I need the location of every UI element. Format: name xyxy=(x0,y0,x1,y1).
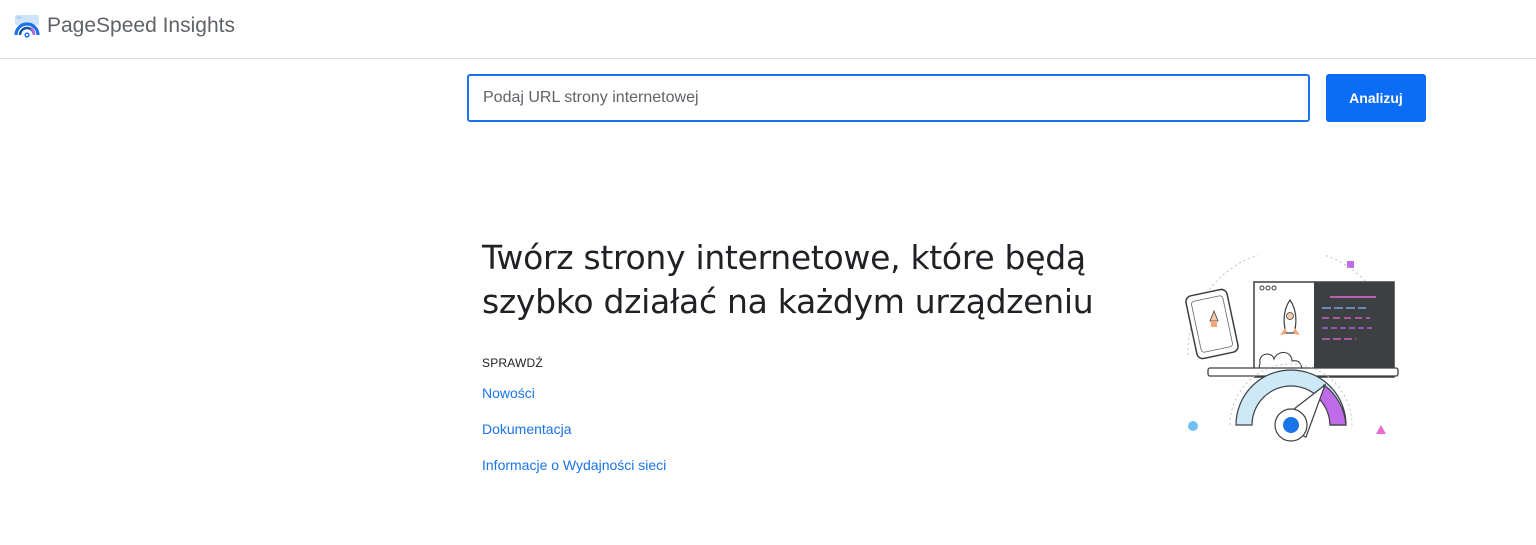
hero-title: Twórz strony internetowe, które będą szy… xyxy=(482,236,1142,324)
check-links-list: Nowości Dokumentacja Informacje o Wydajn… xyxy=(482,384,666,492)
list-item: Dokumentacja xyxy=(482,420,666,456)
decor-square xyxy=(1347,261,1354,268)
top-bar: PageSpeed Insights xyxy=(0,0,1536,59)
phone-icon xyxy=(1185,288,1239,360)
list-item: Informacje o Wydajności sieci xyxy=(482,456,666,492)
url-input[interactable] xyxy=(467,74,1310,122)
link-news[interactable]: Nowości xyxy=(482,385,535,401)
speed-gauge-devices-illustration xyxy=(1185,255,1399,442)
check-section-label: SPRAWDŹ xyxy=(482,356,543,370)
link-web-performance[interactable]: Informacje o Wydajności sieci xyxy=(482,457,666,473)
decor-triangle xyxy=(1376,425,1386,434)
browser-window-icon xyxy=(1253,281,1395,378)
pagespeed-logo-icon xyxy=(14,15,40,38)
app-name: PageSpeed Insights xyxy=(47,14,235,37)
brand[interactable]: PageSpeed Insights xyxy=(14,12,235,40)
hero-title-line-2: szybko działać na każdym urządzeniu xyxy=(482,282,1094,321)
hero-title-line-1: Twórz strony internetowe, które będą xyxy=(482,238,1086,277)
list-item: Nowości xyxy=(482,384,666,420)
decor-dot xyxy=(1188,421,1198,431)
link-documentation[interactable]: Dokumentacja xyxy=(482,421,572,437)
search-row: Analizuj xyxy=(467,74,1427,122)
analyze-button[interactable]: Analizuj xyxy=(1326,74,1426,122)
